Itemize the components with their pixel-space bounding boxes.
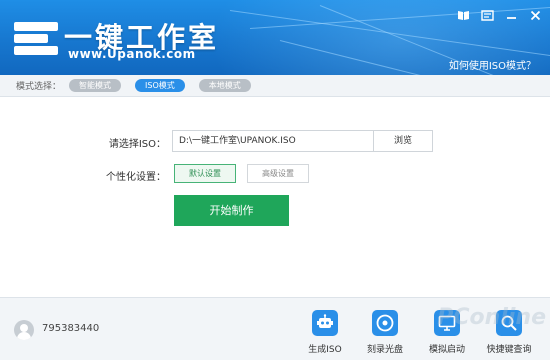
mode-smart-button[interactable]: 智能模式 [69, 79, 122, 92]
generate-iso-tool[interactable]: 生成ISO [302, 310, 348, 355]
app-logo-url: www.Upanok.com [68, 47, 196, 61]
disc-icon [372, 310, 398, 336]
robot-icon [312, 310, 338, 336]
close-icon[interactable] [528, 8, 542, 22]
window-controls [456, 8, 542, 22]
simulate-boot-tool[interactable]: 模拟启动 [424, 310, 470, 355]
book-icon[interactable] [456, 8, 470, 22]
help-link[interactable]: 如何使用ISO模式？ [449, 57, 536, 72]
app-header: 一键工作室 www.Upanok.com 如何使用ISO模式？ [0, 0, 550, 75]
qq-user-icon [14, 320, 34, 340]
mode-iso-button[interactable]: ISO模式 [135, 79, 185, 92]
mode-bar: 模式选择： 智能模式 ISO模式 本地模式 [0, 75, 550, 97]
mode-label: 模式选择： [16, 82, 62, 92]
magnifier-icon [496, 310, 522, 336]
minimize-icon[interactable] [504, 8, 518, 22]
qq-number: 795383440 [42, 323, 100, 334]
mode-local-button[interactable]: 本地模式 [198, 79, 251, 92]
footer-bar: 795383440 生成ISO 刻录光盘 模拟启动 快捷键查询 [0, 297, 550, 360]
app-logo-icon [14, 22, 58, 56]
hotkey-query-tool[interactable]: 快捷键查询 [486, 310, 532, 355]
monitor-icon [434, 310, 460, 336]
iso-path-input[interactable]: D:\一键工作室\UPANOK.ISO [172, 130, 374, 152]
tool-label: 快捷键查询 [486, 345, 532, 355]
tool-label: 刻录光盘 [366, 345, 403, 355]
default-setting-button[interactable]: 默认设置 [174, 164, 236, 183]
personalize-label: 个性化设置： [106, 172, 166, 183]
advanced-setting-button[interactable]: 高级设置 [247, 164, 309, 183]
burn-disc-tool[interactable]: 刻录光盘 [362, 310, 408, 355]
start-button[interactable]: 开始制作 [174, 195, 289, 226]
iso-select-label: 请选择ISO： [108, 139, 166, 150]
browse-button[interactable]: 浏览 [373, 130, 433, 152]
tool-label: 模拟启动 [428, 345, 465, 355]
skin-icon[interactable] [480, 8, 494, 22]
tool-label: 生成ISO [308, 345, 342, 355]
